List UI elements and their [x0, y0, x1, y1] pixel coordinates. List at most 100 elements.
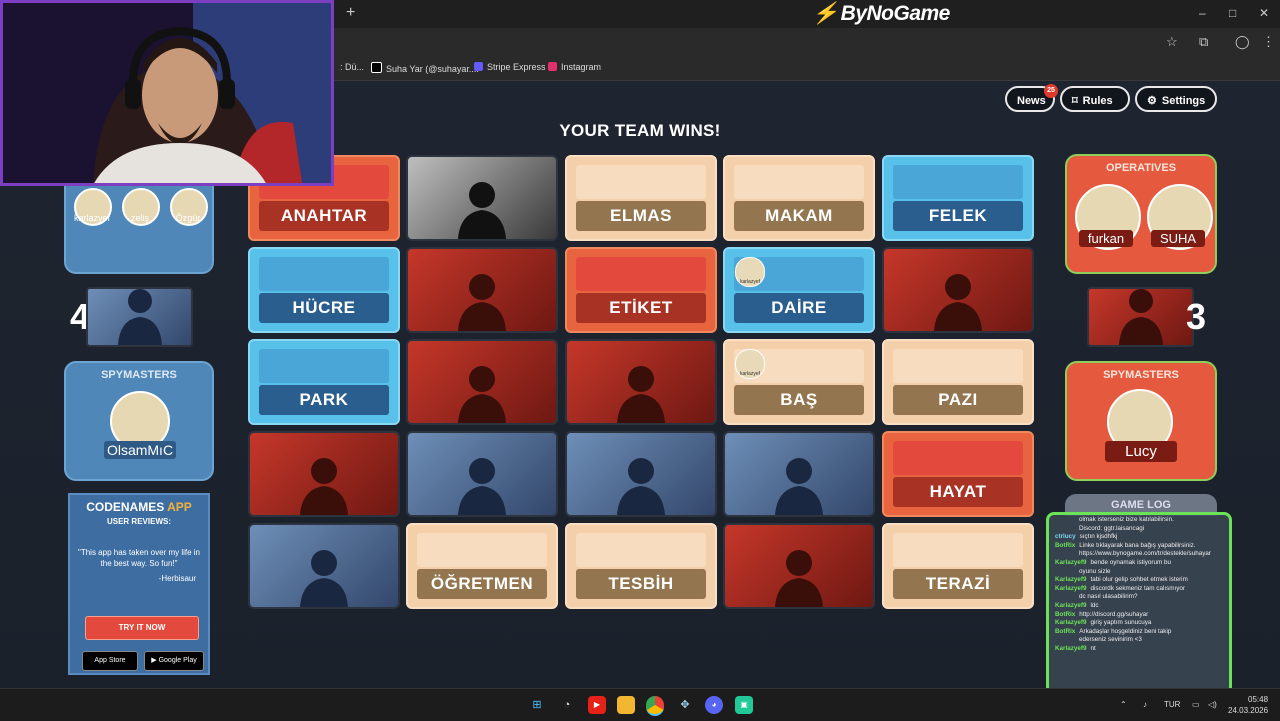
- card-top: [893, 349, 1023, 383]
- new-tab-button[interactable]: +: [346, 4, 355, 22]
- word-card[interactable]: TERAZİ: [882, 523, 1034, 609]
- network-icon[interactable]: ▭: [1192, 700, 1200, 709]
- google-play-button[interactable]: ▶ Google Play: [144, 651, 204, 671]
- language-indicator[interactable]: TUR: [1164, 700, 1180, 709]
- card-word: MAKAM: [734, 201, 864, 231]
- codenames-app-ad[interactable]: CODENAMES APP USER REVIEWS: "This app ha…: [68, 493, 210, 675]
- operative-name: zeliş: [130, 213, 149, 223]
- word-card[interactable]: MAKAM: [723, 155, 875, 241]
- card-word: DAİRE: [734, 293, 864, 323]
- ad-subtitle: USER REVIEWS:: [106, 517, 171, 526]
- system-clock[interactable]: 05:48 24.03.2026: [1228, 694, 1268, 716]
- word-card[interactable]: DAİRE karlazyef: [723, 247, 875, 333]
- revealed-agent-card[interactable]: [565, 339, 717, 425]
- agent-silhouette-icon: [458, 366, 506, 423]
- red-spymasters-panel: SPYMASTERS Lucy: [1065, 361, 1217, 481]
- news-count-badge: 25: [1044, 84, 1058, 98]
- youtube-icon[interactable]: ▶: [588, 696, 606, 714]
- revealed-agent-card[interactable]: [406, 339, 558, 425]
- word-card[interactable]: FELEK: [882, 155, 1034, 241]
- agent-silhouette-icon: [117, 289, 162, 345]
- word-card[interactable]: ELMAS: [565, 155, 717, 241]
- news-button[interactable]: News 25: [1005, 84, 1058, 112]
- panel-title: SPYMASTERS: [1103, 369, 1179, 381]
- revealed-agent-card[interactable]: [406, 431, 558, 517]
- chat-username: Karlazyef9: [1055, 558, 1087, 566]
- revealed-agent-card[interactable]: [406, 247, 558, 333]
- copilot-icon[interactable]: ◔: [558, 696, 576, 714]
- app-icon[interactable]: ✥: [676, 696, 694, 714]
- card-word: FELEK: [893, 201, 1023, 231]
- word-card[interactable]: PAZI: [882, 339, 1034, 425]
- app2-icon[interactable]: ▣: [735, 696, 753, 714]
- browser-menu-icon[interactable]: ⋮: [1262, 34, 1275, 50]
- card-word: ANAHTAR: [259, 201, 389, 231]
- revealed-agent-card[interactable]: [723, 523, 875, 609]
- close-window-button[interactable]: ✕: [1259, 6, 1269, 20]
- revealed-agent-card[interactable]: [248, 431, 400, 517]
- agent-silhouette-icon: [775, 550, 823, 607]
- word-card[interactable]: PARK: [248, 339, 400, 425]
- ad-title: CODENAMES APP: [86, 500, 192, 514]
- folder-icon[interactable]: [617, 696, 635, 714]
- red-remaining-card: [1087, 287, 1194, 347]
- rules-button[interactable]: ⌑ Rules: [1060, 86, 1130, 112]
- revealed-agent-card[interactable]: [406, 155, 558, 241]
- volume-icon[interactable]: ◁): [1208, 700, 1217, 709]
- play-icon: ▶: [151, 657, 159, 664]
- maximize-button[interactable]: □: [1229, 6, 1236, 20]
- agent-silhouette-icon: [934, 274, 982, 331]
- bookmark-star-icon[interactable]: ☆: [1166, 34, 1178, 50]
- word-card[interactable]: HÜCRE: [248, 247, 400, 333]
- operative-name: Özgür: [175, 213, 201, 223]
- windows-start-icon[interactable]: ⊞: [528, 696, 546, 714]
- profile-icon[interactable]: ◯: [1235, 34, 1250, 50]
- chat-username: ctrlucy: [1055, 533, 1076, 541]
- tray-icon[interactable]: ♪: [1143, 700, 1147, 709]
- revealed-agent-card[interactable]: [248, 523, 400, 609]
- agent-silhouette-icon: [617, 366, 665, 423]
- chat-message: Karlazyef9 tabi olur gelip sohbet etmek i…: [1049, 576, 1229, 585]
- chrome-icon[interactable]: [646, 696, 664, 716]
- bookmark-item[interactable]: Instagram: [548, 62, 601, 72]
- card-word: PAZI: [893, 385, 1023, 415]
- card-word: TESBİH: [576, 569, 706, 599]
- revealed-agent-card[interactable]: [565, 431, 717, 517]
- bookmark-item[interactable]: Suha Yar (@suhayar....: [371, 62, 479, 74]
- word-card[interactable]: TESBİH: [565, 523, 717, 609]
- blue-remaining-card: [86, 287, 193, 347]
- app-store-button[interactable]: App Store: [82, 651, 138, 671]
- tray-chevron-icon[interactable]: ⌃: [1120, 700, 1127, 709]
- word-card[interactable]: ETİKET: [565, 247, 717, 333]
- chat-text: tabi olur gelip sohbet etmek isterim: [1090, 576, 1188, 584]
- extensions-icon[interactable]: ⧉: [1199, 34, 1208, 50]
- revealed-agent-card[interactable]: [723, 431, 875, 517]
- site-logo[interactable]: ⚡ ByNoGame: [812, 2, 950, 26]
- chat-username: Karlazyef9: [1055, 576, 1087, 584]
- bookmark-icon: ⌑: [1072, 95, 1078, 107]
- chat-text: ederseniz sevinirim <3: [1079, 636, 1142, 644]
- chat-message: https://www.bynogame.com/tr/destekle/suh…: [1049, 550, 1229, 559]
- agent-silhouette-icon: [300, 550, 348, 607]
- agent-silhouette-icon: [1118, 289, 1163, 345]
- operative-name: furkan: [1079, 230, 1133, 247]
- discord-icon[interactable]: ◕: [705, 696, 723, 714]
- chat-message: BotRix Arkadaşlar hoşgeldiniz beni takip: [1049, 628, 1229, 637]
- bookmark-item[interactable]: Stripe Express: [474, 62, 546, 72]
- word-card[interactable]: HAYAT: [882, 431, 1034, 517]
- word-card[interactable]: BAŞ karlazyef: [723, 339, 875, 425]
- chat-username: Karlazyef9: [1055, 584, 1087, 592]
- try-it-now-button[interactable]: TRY IT NOW: [85, 616, 199, 640]
- game-status: YOUR TEAM WINS!: [559, 121, 721, 140]
- chat-message: Karlazyef9 discordk sekmeniz tam calısmıy…: [1049, 585, 1229, 594]
- chat-username: Karlazyef9: [1055, 601, 1087, 609]
- revealed-agent-card[interactable]: [882, 247, 1034, 333]
- card-word: PARK: [259, 385, 389, 415]
- chat-text: sıçtın kjsdhfkj: [1079, 533, 1118, 541]
- bookmark-item[interactable]: : Dü...: [340, 62, 364, 72]
- chat-message: dc nasıl ulasabilirim?: [1049, 593, 1229, 602]
- settings-button[interactable]: ⚙ Settings: [1135, 86, 1217, 112]
- word-card[interactable]: ÖĞRETMEN: [406, 523, 558, 609]
- minimize-button[interactable]: –: [1199, 6, 1206, 20]
- operative-name: karlazyef: [73, 213, 110, 223]
